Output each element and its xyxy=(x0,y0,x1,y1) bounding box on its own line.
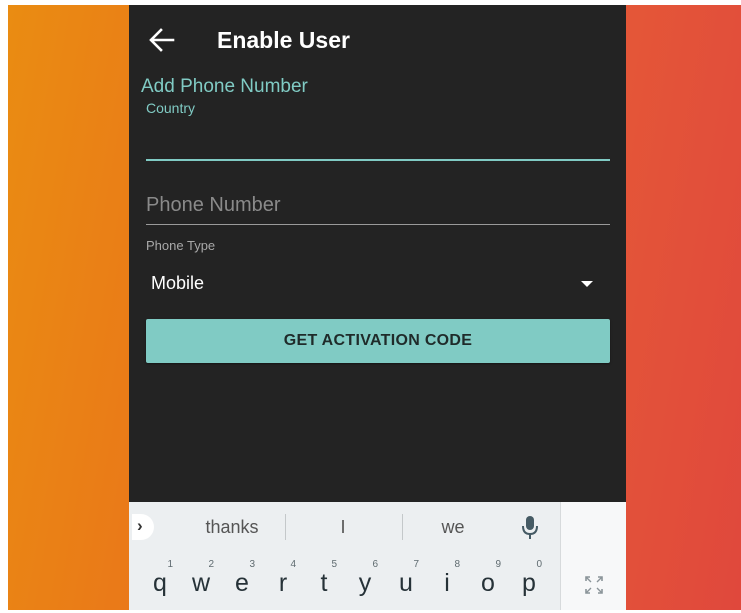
suggestion-3[interactable]: we xyxy=(419,517,487,538)
fullscreen-icon[interactable] xyxy=(583,574,605,596)
key-hint: 6 xyxy=(372,559,378,570)
key-letter: y xyxy=(358,569,372,597)
phone-number-placeholder: Phone Number xyxy=(146,194,281,216)
arrow-left-icon xyxy=(149,28,175,52)
app-window: Enable User Add Phone Number Country Pho… xyxy=(129,5,626,610)
suggestion-2[interactable]: I xyxy=(301,517,385,538)
key-hint: 7 xyxy=(413,559,419,570)
phone-type-value: Mobile xyxy=(151,273,205,293)
key-i[interactable]: i 8 xyxy=(428,558,466,608)
key-letter: r xyxy=(278,569,288,597)
key-letter: e xyxy=(235,569,249,597)
key-letter: t xyxy=(320,569,328,597)
microphone-button[interactable] xyxy=(519,514,541,542)
key-p[interactable]: p 0 xyxy=(510,558,548,608)
key-q[interactable]: q 1 xyxy=(141,558,179,608)
chevron-right-icon: › xyxy=(137,516,143,535)
suggestion-divider xyxy=(285,514,286,540)
key-letter: i xyxy=(444,569,450,597)
key-hint: 4 xyxy=(290,559,296,570)
key-letter: u xyxy=(399,569,413,597)
key-letter: q xyxy=(153,569,167,597)
screen: Enable User Add Phone Number Country Pho… xyxy=(0,0,741,613)
microphone-icon xyxy=(522,516,538,539)
phone-type-select[interactable]: Mobile xyxy=(146,267,610,301)
key-letter: w xyxy=(191,569,211,597)
get-activation-code-button[interactable]: GET ACTIVATION CODE xyxy=(146,319,610,363)
key-o[interactable]: o 9 xyxy=(469,558,507,608)
key-letter: o xyxy=(481,569,495,597)
country-field[interactable] xyxy=(146,123,610,161)
key-hint: 1 xyxy=(167,559,173,570)
page-title: Enable User xyxy=(217,27,350,53)
key-letter: p xyxy=(522,569,536,597)
suggestion-divider xyxy=(402,514,403,540)
back-button[interactable] xyxy=(147,25,177,55)
key-y[interactable]: y 6 xyxy=(346,558,384,608)
key-hint: 2 xyxy=(208,559,214,570)
phone-type-label: Phone Type xyxy=(146,238,216,253)
phone-number-field[interactable]: Phone Number xyxy=(146,188,610,225)
section-title: Add Phone Number xyxy=(141,76,308,97)
key-hint: 0 xyxy=(536,559,542,570)
suggestion-1[interactable]: thanks xyxy=(187,517,277,538)
key-e[interactable]: e 3 xyxy=(223,558,261,608)
suggestion-bar: › thanks I we xyxy=(129,502,560,552)
expand-toolbar-button[interactable]: › xyxy=(132,514,154,540)
soft-keyboard: › thanks I we q 1 w 2 e 3 r 4 t 5 y 6 u … xyxy=(129,502,626,610)
caret-down-icon xyxy=(581,281,593,287)
key-u[interactable]: u 7 xyxy=(387,558,425,608)
key-hint: 8 xyxy=(454,559,460,570)
key-r[interactable]: r 4 xyxy=(264,558,302,608)
key-hint: 5 xyxy=(331,559,337,570)
country-label: Country xyxy=(146,100,196,116)
app-bar: Enable User xyxy=(129,5,626,73)
key-w[interactable]: w 2 xyxy=(182,558,220,608)
key-hint: 9 xyxy=(495,559,501,570)
key-t[interactable]: t 5 xyxy=(305,558,343,608)
key-hint: 3 xyxy=(249,559,255,570)
keyboard-side-panel xyxy=(560,502,626,610)
